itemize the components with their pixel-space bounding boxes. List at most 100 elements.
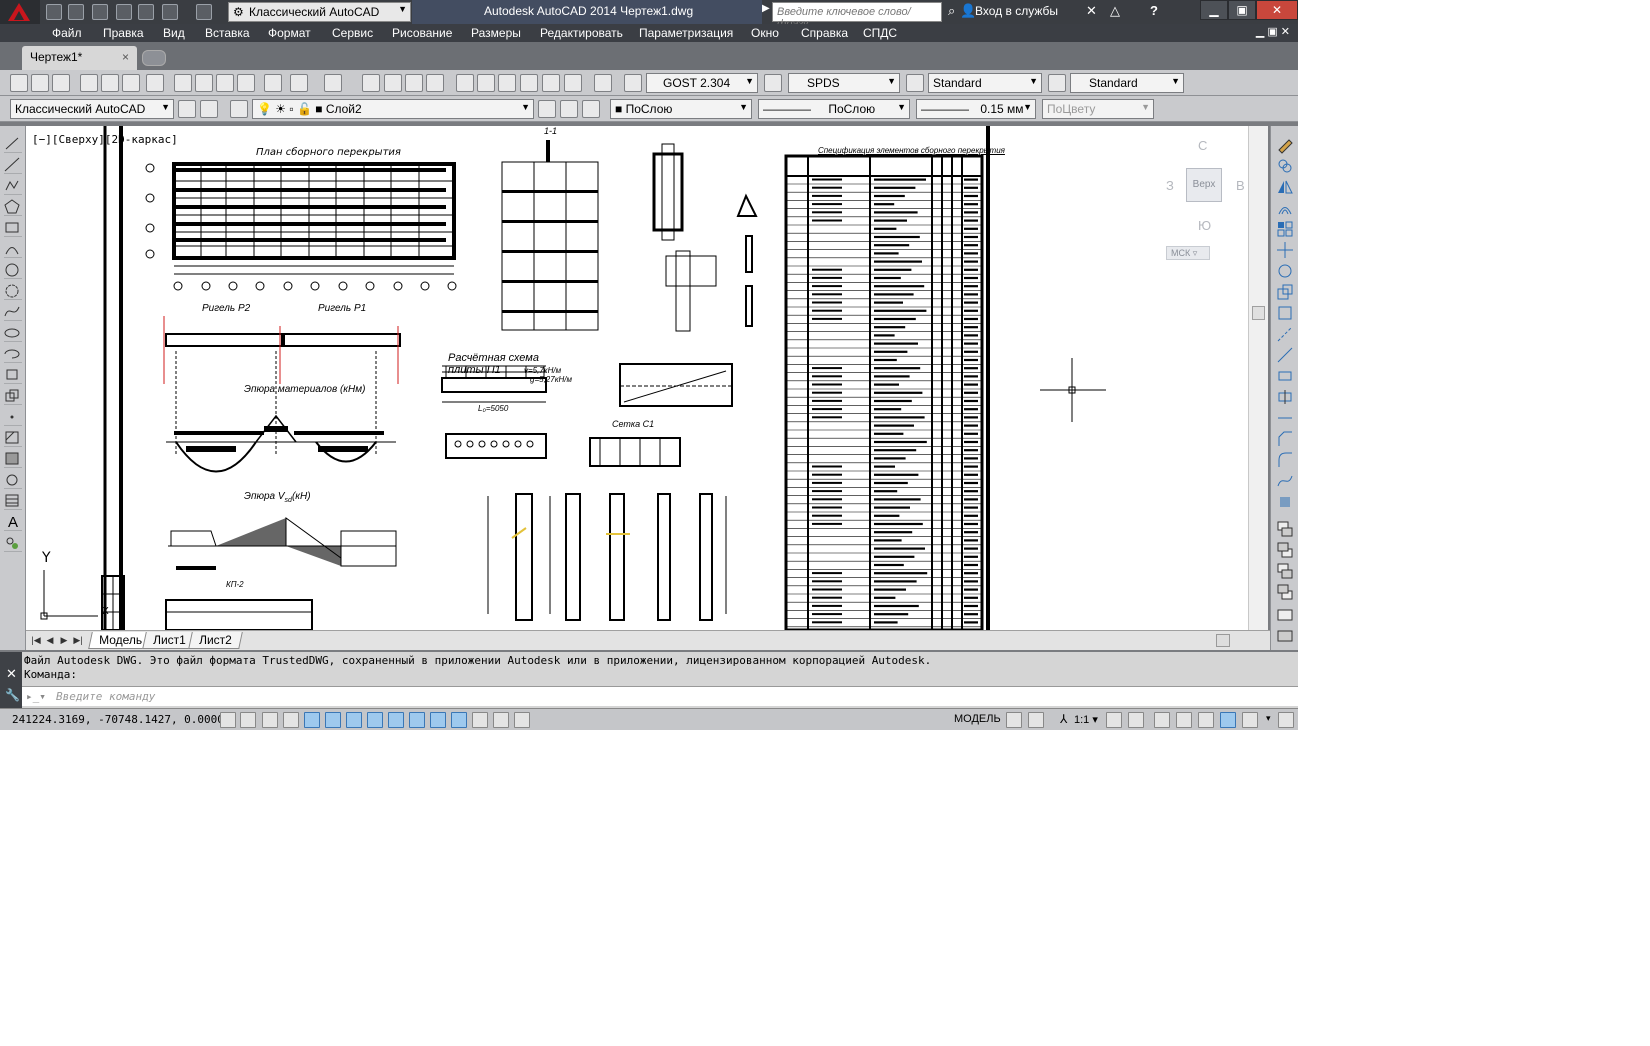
compass-north[interactable]: С — [1198, 138, 1207, 153]
undo-icon[interactable] — [162, 4, 178, 20]
maximize-button[interactable]: ▣ — [1228, 0, 1256, 20]
menu-view[interactable]: Вид — [163, 26, 185, 40]
viewcube[interactable]: С З В Ю Верх МСК ▿ — [1166, 138, 1256, 260]
layer-previous-icon[interactable] — [560, 100, 578, 118]
open-icon[interactable] — [31, 74, 49, 92]
auto-scale-icon[interactable] — [1128, 712, 1144, 728]
rotate-icon[interactable] — [1276, 262, 1294, 280]
menu-insert[interactable]: Вставка — [205, 26, 250, 40]
app-menu-button[interactable] — [0, 0, 40, 24]
draworder-above-icon[interactable] — [1276, 562, 1294, 580]
polygon-icon[interactable] — [4, 199, 22, 216]
menu-file[interactable]: Файл — [52, 26, 82, 40]
array-icon[interactable] — [1276, 220, 1294, 238]
close-button[interactable]: ✕ — [1256, 0, 1298, 20]
autodesk-360-icon[interactable]: △ — [1110, 3, 1120, 19]
chamfer-icon[interactable] — [1276, 430, 1294, 448]
clean-screen-icon[interactable] — [1278, 712, 1294, 728]
markup-icon[interactable] — [542, 74, 560, 92]
3d-object-snap-icon[interactable] — [346, 712, 362, 728]
publish-icon[interactable] — [122, 74, 140, 92]
object-snap-tracking-icon[interactable] — [367, 712, 383, 728]
table-style-select[interactable]: Standard ▼ — [928, 73, 1042, 93]
hatch-icon[interactable] — [4, 430, 22, 447]
model-space-toggle[interactable]: МОДЕЛЬ — [954, 713, 1001, 725]
explode-icon[interactable] — [1276, 493, 1294, 511]
properties-icon[interactable] — [456, 74, 474, 92]
expand-search-icon[interactable]: ▶ — [762, 3, 770, 14]
save-as-icon[interactable] — [116, 4, 132, 20]
break-at-point-icon[interactable] — [1276, 367, 1294, 385]
linetype-select[interactable]: ———— ПоСлою ▼ — [758, 99, 910, 119]
undo-icon[interactable] — [290, 74, 308, 92]
polar-tracking-icon[interactable] — [304, 712, 320, 728]
hatch-back-icon[interactable] — [1276, 627, 1294, 645]
text-style-icon[interactable] — [624, 74, 642, 92]
lightbulb-icon[interactable] — [1242, 712, 1258, 728]
tab-layout2[interactable]: Лист2 — [188, 632, 243, 649]
help-icon[interactable]: ? — [1150, 3, 1158, 18]
dynamic-ucs-icon[interactable] — [388, 712, 404, 728]
save-icon[interactable] — [92, 4, 108, 20]
menu-modify[interactable]: Редактировать — [540, 26, 623, 40]
lineweight-toggle-icon[interactable] — [430, 712, 446, 728]
offset-icon[interactable] — [1276, 199, 1294, 217]
command-prompt-icon[interactable]: ▸_▾ — [26, 690, 46, 703]
infer-constraints-icon[interactable] — [220, 712, 236, 728]
design-center-icon[interactable] — [477, 74, 495, 92]
quick-view-drawings-icon[interactable] — [1028, 712, 1044, 728]
exchange-icon[interactable]: ✕ — [1086, 3, 1097, 19]
snap-mode-icon[interactable] — [240, 712, 256, 728]
zoom-window-icon[interactable] — [405, 74, 423, 92]
ellipse-icon[interactable] — [4, 325, 22, 342]
close-tab-icon[interactable]: × — [122, 50, 129, 64]
signin-button[interactable]: Вход в службы — [975, 4, 1058, 18]
coordinate-readout[interactable]: 241224.3169, -70748.1427, 0.0000 — [12, 713, 224, 726]
menu-parametric[interactable]: Параметризация — [639, 26, 733, 40]
annotation-scale-icon[interactable]: ⅄ — [1060, 712, 1067, 726]
dim-style-select[interactable]: SPDS ▼ — [788, 73, 900, 93]
break-icon[interactable] — [1276, 388, 1294, 406]
vertical-scrollbar[interactable] — [1248, 126, 1268, 630]
lock-ui-icon[interactable] — [1176, 712, 1192, 728]
erase-icon[interactable] — [1276, 136, 1294, 154]
new-icon[interactable] — [10, 74, 28, 92]
workspace-switch-icon[interactable] — [1154, 712, 1170, 728]
color-select[interactable]: ■ ПоСлою ▼ — [610, 99, 752, 119]
save-icon[interactable] — [52, 74, 70, 92]
zoom-realtime-icon[interactable] — [384, 74, 402, 92]
calculator-icon[interactable] — [564, 74, 582, 92]
polyline-icon[interactable] — [4, 178, 22, 195]
trim-icon[interactable] — [1276, 325, 1294, 343]
plot-icon[interactable] — [80, 74, 98, 92]
extend-icon[interactable] — [1276, 346, 1294, 364]
scale-icon[interactable] — [1276, 283, 1294, 301]
command-input[interactable]: ▸_▾ Введите команду — [22, 686, 1298, 706]
tab-drawing1[interactable]: Чертеж1* × — [22, 46, 137, 70]
layer-state-icon[interactable] — [582, 100, 600, 118]
minimize-button[interactable]: ▁ — [1200, 0, 1228, 20]
menu-spds[interactable]: СПДС — [863, 26, 897, 40]
draworder-front-icon[interactable] — [1276, 520, 1294, 538]
copy-object-icon[interactable] — [1276, 157, 1294, 175]
scrollbar-thumb[interactable] — [1252, 306, 1265, 320]
layer-manager-icon[interactable] — [230, 100, 248, 118]
grid-display-icon[interactable] — [262, 712, 278, 728]
make-block-icon[interactable] — [4, 388, 22, 405]
make-current-layer-icon[interactable] — [538, 100, 556, 118]
fillet-icon[interactable] — [1276, 451, 1294, 469]
dim-style-icon[interactable] — [764, 74, 782, 92]
block-editor-icon[interactable] — [264, 74, 282, 92]
sheet-set-icon[interactable] — [520, 74, 538, 92]
workspace-select[interactable]: Классический AutoCAD ▼ — [10, 99, 174, 119]
3d-dwf-icon[interactable] — [146, 74, 164, 92]
object-snap-icon[interactable] — [325, 712, 341, 728]
add-selected-icon[interactable] — [4, 535, 22, 552]
viewcube-top-face[interactable]: Верх — [1186, 168, 1222, 202]
tool-palettes-icon[interactable] — [498, 74, 516, 92]
wcs-menu[interactable]: МСК ▿ — [1166, 246, 1210, 260]
compass-west[interactable]: З — [1166, 178, 1174, 193]
match-properties-icon[interactable] — [237, 74, 255, 92]
menu-format[interactable]: Формат — [268, 26, 311, 40]
text-front-icon[interactable] — [1276, 606, 1294, 624]
